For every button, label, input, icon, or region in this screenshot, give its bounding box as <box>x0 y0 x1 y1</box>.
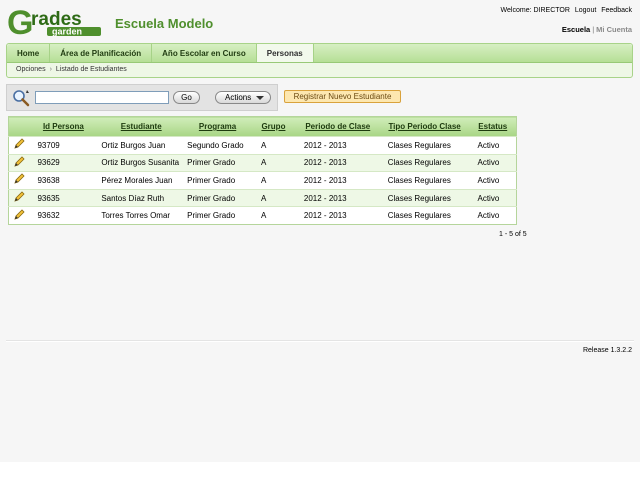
cell-id: 93632 <box>28 206 99 225</box>
breadcrumb-opciones[interactable]: Opciones <box>16 66 46 73</box>
header-tipo-periodo[interactable]: Tipo Periodo Clase <box>379 116 470 137</box>
cell-student: Ortiz Burgos Susanita <box>98 153 185 172</box>
cell-program: Primer Grado <box>184 188 251 207</box>
pencil-icon <box>14 173 25 185</box>
cell-status: Activo <box>469 206 517 225</box>
pencil-icon <box>14 156 25 167</box>
cell-period: 2012 - 2013 <box>295 136 380 155</box>
cell-id: 93635 <box>28 188 99 207</box>
cell-group: A <box>251 153 296 172</box>
main-navigation: Home Área de Planificación Año Escolar e… <box>6 43 633 78</box>
table-header-row: Id Persona Estudiante Programa Grupo Per… <box>8 116 517 137</box>
cell-id: 93638 <box>28 171 99 190</box>
cell-id: 93709 <box>28 136 99 155</box>
breadcrumb-arrow-icon: › <box>49 66 52 73</box>
header-edit <box>8 116 29 137</box>
pencil-icon <box>14 191 25 202</box>
cell-student: Ortiz Burgos Juan <box>98 136 185 155</box>
tab-ano-escolar[interactable]: Año Escolar en Curso <box>152 44 257 62</box>
cell-status: Activo <box>469 188 517 207</box>
logout-link[interactable]: Logout <box>575 7 596 14</box>
chevron-down-icon <box>256 96 264 100</box>
go-button[interactable]: Go <box>173 91 200 104</box>
cell-period-type: Clases Regulares <box>379 136 470 155</box>
header-id-persona[interactable]: Id Persona <box>28 116 99 137</box>
cell-status: Activo <box>469 136 517 155</box>
tab-personas[interactable]: Personas <box>256 44 314 62</box>
header-periodo-clase[interactable]: Periodo de Clase <box>295 116 380 137</box>
table-row: 93709 Ortiz Burgos Juan Segundo Grado A … <box>8 136 517 155</box>
students-table: Id Persona Estudiante Programa Grupo Per… <box>8 116 517 225</box>
footer-divider <box>6 340 634 342</box>
header-programa[interactable]: Programa <box>184 116 251 137</box>
header-grupo[interactable]: Grupo <box>251 116 296 137</box>
actions-label: Actions <box>225 93 252 102</box>
cell-period: 2012 - 2013 <box>295 171 380 190</box>
cell-group: A <box>251 136 296 155</box>
actions-menu-button[interactable]: Actions <box>215 91 271 104</box>
cell-student: Santos Díaz Ruth <box>98 188 185 207</box>
table-row: 93638 Pérez Morales Juan Primer Grado A … <box>8 171 517 190</box>
cell-status: Activo <box>469 153 517 172</box>
account-escuela[interactable]: Escuela <box>562 25 590 34</box>
magnifier-icon <box>13 90 30 107</box>
cell-period: 2012 - 2013 <box>295 153 380 172</box>
tab-area-planificacion[interactable]: Área de Planificación <box>50 44 153 62</box>
feedback-link[interactable]: Feedback <box>601 7 632 14</box>
search-input[interactable] <box>35 91 169 104</box>
school-name: Escuela Modelo <box>115 16 214 31</box>
logo-word-garden: garden <box>52 27 82 37</box>
cell-group: A <box>251 206 296 225</box>
cell-program: Primer Grado <box>184 206 251 225</box>
breadcrumb-current: Listado de Estudiantes <box>55 66 127 73</box>
header-estudiante[interactable]: Estudiante <box>98 116 185 137</box>
edit-row-button[interactable] <box>8 188 29 207</box>
edit-row-button[interactable] <box>8 136 29 155</box>
cell-period-type: Clases Regulares <box>379 171 470 190</box>
edit-row-button[interactable] <box>8 153 29 172</box>
cell-status: Activo <box>469 171 517 190</box>
cell-program: Primer Grado <box>184 171 251 190</box>
cell-period-type: Clases Regulares <box>379 188 470 207</box>
cell-program: Segundo Grado <box>184 136 251 155</box>
register-student-button[interactable]: Registrar Nuevo Estudiante <box>284 90 401 103</box>
table-row: 93629 Ortiz Burgos Susanita Primer Grado… <box>8 153 517 172</box>
cell-student: Torres Torres Omar <box>98 206 185 225</box>
account-switcher: Escuela | Mi Cuenta <box>562 25 632 34</box>
user-links: Welcome: DIRECTOR Logout Feedback <box>498 7 632 14</box>
cell-student: Pérez Morales Juan <box>98 171 185 190</box>
tab-bar: Home Área de Planificación Año Escolar e… <box>7 44 632 63</box>
cell-program: Primer Grado <box>184 153 251 172</box>
account-mi-cuenta-link[interactable]: Mi Cuenta <box>596 25 632 34</box>
cell-period: 2012 - 2013 <box>295 188 380 207</box>
breadcrumb: Opciones › Listado de Estudiantes <box>7 63 632 77</box>
cell-group: A <box>251 188 296 207</box>
search-region: Go Actions <box>6 84 278 111</box>
pagination-info: 1 - 5 of 5 <box>499 231 527 238</box>
account-separator: | <box>592 25 595 34</box>
cell-period-type: Clases Regulares <box>379 206 470 225</box>
edit-row-button[interactable] <box>8 206 29 225</box>
page-bottom-strip <box>0 462 640 480</box>
cell-period-type: Clases Regulares <box>379 153 470 172</box>
logo-letter: G <box>7 7 33 39</box>
tab-home[interactable]: Home <box>7 44 51 62</box>
grades-garden-logo: G rades garden <box>7 7 101 39</box>
cell-id: 93629 <box>28 153 99 172</box>
pencil-icon <box>14 209 25 220</box>
cell-period: 2012 - 2013 <box>295 206 380 225</box>
release-version: Release 1.3.2.2 <box>582 347 632 354</box>
cell-group: A <box>251 171 296 190</box>
table-row: 93635 Santos Díaz Ruth Primer Grado A 20… <box>8 188 517 207</box>
header-estatus[interactable]: Estatus <box>469 116 517 137</box>
pencil-icon <box>14 138 25 149</box>
welcome-text: Welcome: DIRECTOR <box>500 7 570 14</box>
table-row: 93632 Torres Torres Omar Primer Grado A … <box>8 206 517 225</box>
edit-row-button[interactable] <box>8 171 29 190</box>
